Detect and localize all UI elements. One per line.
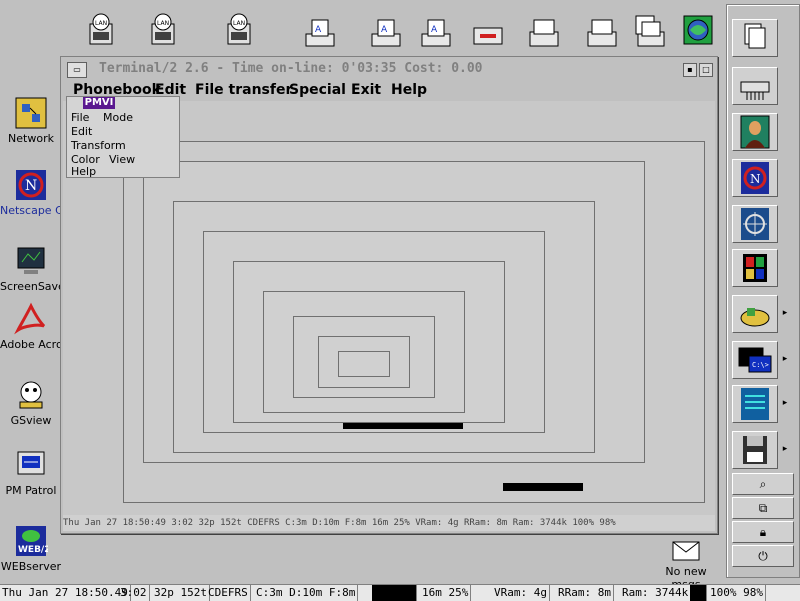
mona-lisa-icon[interactable]: [732, 113, 778, 151]
lock-icon[interactable]: 🔒︎: [732, 521, 794, 543]
window-title: Terminal/2 2.6 - Time on-line: 0'03:35 C…: [99, 61, 483, 76]
minimize-button[interactable]: ▪: [683, 63, 697, 77]
expand-arrow-icon[interactable]: ▸: [779, 341, 791, 377]
menu-special[interactable]: Special: [289, 82, 346, 98]
desktop-icon-pm-patrol[interactable]: PM Patrol: [0, 448, 62, 498]
status-vram: VRam: 4g: [492, 585, 550, 601]
desktop-icon-netscape[interactable]: N Netscape Communicator: [0, 168, 62, 218]
pmvi-menu-transform[interactable]: Transform: [71, 139, 126, 152]
svg-text:WEB/2: WEB/2: [18, 545, 48, 555]
desktop-icon-label: ScreenSaver: [0, 280, 62, 293]
printer-icon[interactable]: A: [302, 12, 338, 52]
desktop-icon-label: PM Patrol: [5, 484, 57, 497]
system-status-bar: Thu Jan 27 18:50.49 3:02 32p 152t CDEFRS…: [0, 584, 800, 601]
nested-desktop-frame: [338, 351, 390, 377]
nested-statusbar-fragment: [343, 423, 463, 429]
desktop-icon-label: Netscape Communicator: [0, 204, 62, 217]
svg-text:A: A: [431, 25, 438, 35]
shredder-icon[interactable]: [732, 67, 778, 105]
desktop-icon-acrobat[interactable]: Adobe Acrobat: [0, 302, 62, 352]
desktop-icon-network[interactable]: Network: [0, 96, 62, 146]
menu-file-transfer[interactable]: File transfer: [195, 82, 292, 98]
color-palette-icon[interactable]: [732, 249, 778, 287]
screensaver-icon: [17, 247, 45, 274]
desktop-icon-label: GSview: [10, 414, 52, 427]
printer-icon[interactable]: [632, 12, 668, 52]
desktop-icon-label: WEBserver: [0, 560, 62, 573]
pm-patrol-icon: [17, 451, 45, 475]
fax-icon[interactable]: [470, 12, 506, 52]
food-icon[interactable]: [732, 295, 778, 333]
shutdown-icon[interactable]: ⏻: [732, 545, 794, 567]
desktop-icon-label: Adobe Acrobat: [0, 338, 62, 351]
status-drive-space: C:3m D:10m F:8m: [254, 585, 359, 601]
desktop-icon-webserver[interactable]: WEB/2 WEBserver: [0, 524, 62, 574]
pmvi-menu-window[interactable]: PMVI File Mode Edit Transform Color View…: [66, 96, 180, 178]
status-cpu-graph: [690, 585, 707, 601]
pmvi-menu-file[interactable]: File: [71, 111, 89, 124]
netscape-icon[interactable]: N: [732, 159, 778, 197]
status-uptime: 3:02: [118, 585, 150, 601]
lan-printer-icon[interactable]: LAN: [146, 12, 182, 52]
svg-text:A: A: [315, 25, 322, 35]
status-ram: Ram: 3744k: [620, 585, 692, 601]
gsview-icon: [19, 381, 43, 409]
menu-help[interactable]: Help: [391, 82, 427, 98]
expand-arrow-icon[interactable]: ▸: [779, 295, 791, 331]
desktop-icon-screensaver[interactable]: ScreenSaver: [0, 244, 62, 294]
svg-text:N: N: [750, 172, 761, 186]
dialog-icon[interactable]: [732, 385, 778, 423]
lan-printer-icon[interactable]: LAN: [84, 12, 120, 52]
lan-printer-icon[interactable]: LAN: [222, 12, 258, 52]
printer-icon[interactable]: A: [418, 12, 454, 52]
status-datetime: Thu Jan 27 18:50.49: [0, 585, 131, 601]
pmvi-menu-edit[interactable]: Edit: [71, 125, 92, 138]
printer-stack-icon[interactable]: [732, 19, 778, 57]
expand-arrow-icon[interactable]: ▸: [779, 385, 791, 421]
desktop-icon-gsview[interactable]: GSview: [0, 378, 62, 428]
svg-text:LAN: LAN: [157, 20, 169, 27]
search-icon[interactable]: ⌕: [732, 473, 794, 495]
status-swap: 16m 25%: [420, 585, 472, 601]
maximize-button[interactable]: □: [699, 63, 713, 77]
printer-icon[interactable]: [526, 12, 562, 52]
terminal-status-line: Thu Jan 27 18:50:49 3:02 32p 152t CDEFRS…: [63, 515, 715, 531]
svg-text:C:\>: C:\>: [752, 361, 769, 369]
svg-text:N: N: [25, 178, 37, 194]
svg-text:LAN: LAN: [233, 20, 245, 27]
expand-arrow-icon[interactable]: ▸: [779, 431, 791, 467]
status-rram: RRam: 8m: [556, 585, 614, 601]
menu-exit[interactable]: Exit: [351, 82, 381, 98]
envelope-icon: [672, 541, 700, 561]
desktop-icon-label: Network: [8, 132, 54, 145]
status-cpu: 100% 98%: [708, 585, 766, 601]
system-menu-icon[interactable]: ▭: [67, 62, 87, 78]
status-drives: CDEFRS: [206, 585, 251, 601]
console-icon[interactable]: C:\>: [732, 341, 778, 379]
printer-icon[interactable]: [584, 12, 620, 52]
svg-text:A: A: [381, 25, 388, 35]
svg-text:LAN: LAN: [95, 20, 107, 27]
printer-icon[interactable]: A: [368, 12, 404, 52]
acrobat-icon: [14, 302, 46, 335]
terminal-titlebar[interactable]: ▭ Terminal/2 2.6 - Time on-line: 0'03:35…: [63, 59, 715, 81]
network-icon: [15, 97, 47, 129]
pmvi-menu-mode[interactable]: Mode: [103, 111, 133, 124]
windows-icon[interactable]: ⧉: [732, 497, 794, 519]
globe-icon[interactable]: [680, 12, 716, 52]
pmvi-menu-view[interactable]: View: [109, 153, 135, 166]
floppy-icon[interactable]: [732, 431, 778, 469]
status-processes: 32p 152t: [152, 585, 210, 601]
pmvi-title: PMVI: [83, 97, 115, 109]
status-graph: [372, 585, 417, 601]
pmvi-menu-help[interactable]: Help: [71, 165, 96, 178]
launch-pad: N ▸ C:\> ▸ ▸ ▸ ⌕ ⧉ 🔒︎ ⏻: [726, 4, 800, 578]
webserver-icon: WEB/2: [16, 526, 48, 556]
ship-wheel-icon[interactable]: [732, 205, 778, 243]
netscape-icon: N: [16, 170, 46, 200]
nested-statusbar-fragment: [503, 483, 583, 491]
